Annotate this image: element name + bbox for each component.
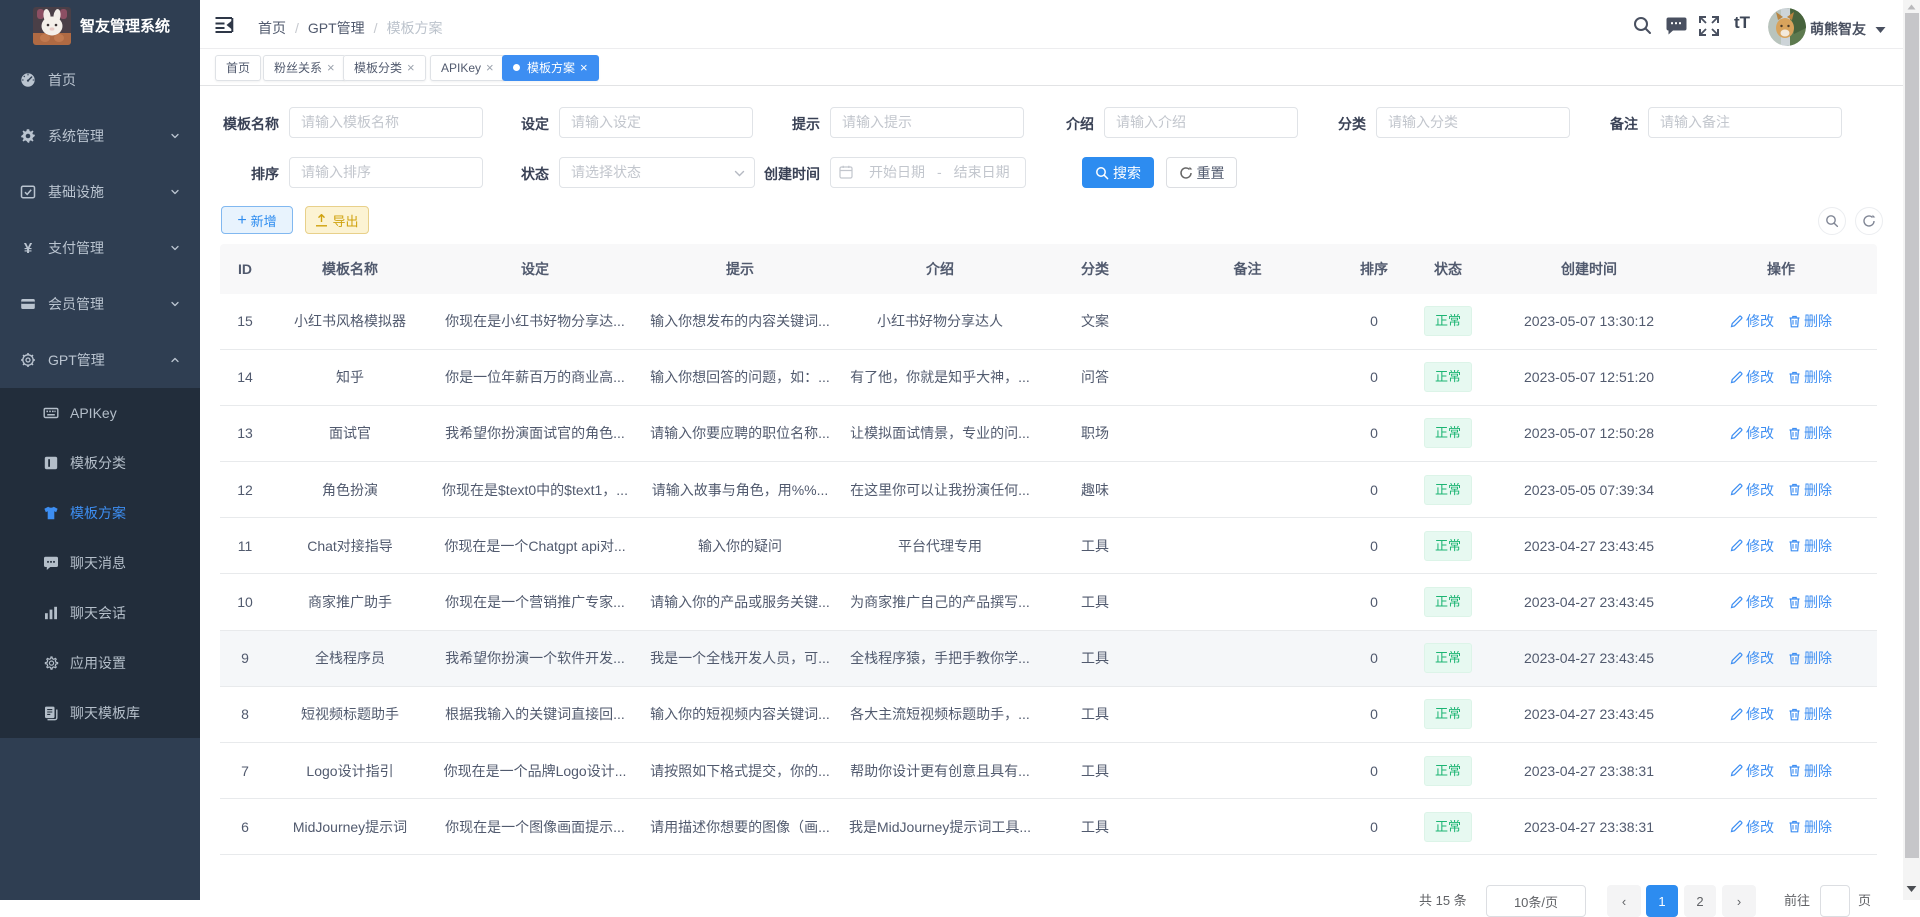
svg-text:¥: ¥ [24,240,33,256]
